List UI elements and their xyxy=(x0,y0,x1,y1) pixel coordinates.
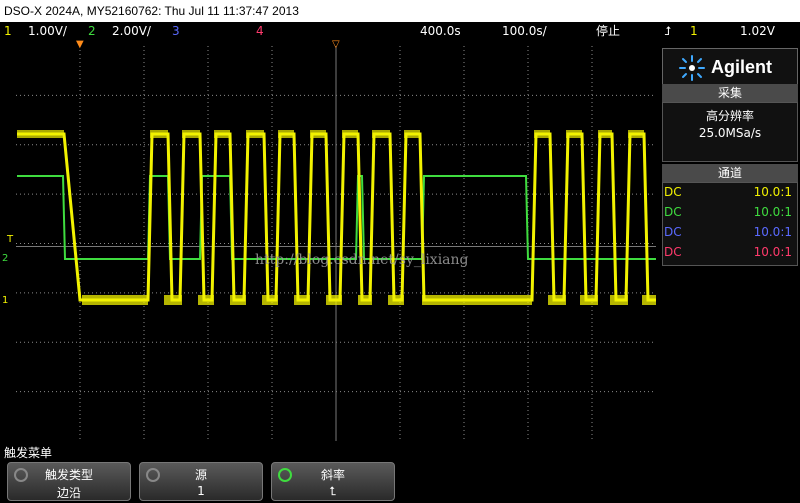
ch1-low-band xyxy=(610,295,628,305)
ch1-high-band xyxy=(628,130,644,138)
ch1-high-band xyxy=(182,130,200,138)
graticule-grid xyxy=(16,46,656,441)
ch1-high-band xyxy=(598,130,612,138)
ch3-number[interactable]: 3 xyxy=(172,22,180,41)
channel-row-4[interactable]: DC 10.0:1 xyxy=(664,242,796,262)
ch1-high-band xyxy=(566,130,582,138)
ch1-low-band xyxy=(548,295,566,305)
ch1-ground-marker[interactable]: 1 xyxy=(2,295,8,306)
acquisition-header: 采集 xyxy=(662,84,798,102)
ch1-high-band xyxy=(150,130,168,138)
ch1-low-band xyxy=(82,295,148,305)
ch4-number[interactable]: 4 xyxy=(256,22,264,41)
ch1-low-band xyxy=(358,295,372,305)
channels-header: 通道 xyxy=(662,164,798,182)
watermark: http://blog.csdn.net/sy_lixiang xyxy=(255,252,469,268)
ch2-number[interactable]: 2 xyxy=(88,22,96,41)
timebase-readout[interactable]: 400.0s xyxy=(420,22,461,41)
probe-ratio: 10.0:1 xyxy=(753,185,792,199)
channel-row-2[interactable]: DC 10.0:1 xyxy=(664,202,796,222)
softkey-label: 源 xyxy=(194,468,207,482)
menu-title: 触发菜单 xyxy=(4,446,53,460)
brand-name: Agilent xyxy=(711,57,772,77)
channel-row-3[interactable]: DC 10.0:1 xyxy=(664,222,796,242)
ch2-ground-marker[interactable]: 2 xyxy=(2,253,8,264)
probe-ratio: 10.0:1 xyxy=(753,225,792,239)
ch1-high-band xyxy=(246,130,264,138)
waveform-display[interactable]: ▼ ▽ T 2 1 http://blog.csdn.net/sy_lixian… xyxy=(0,39,660,442)
trigger-position-marker[interactable]: ▼ xyxy=(76,39,84,50)
softkey-label: 触发类型 xyxy=(44,468,93,482)
probe-ratio: 10.0:1 xyxy=(753,205,792,219)
acquisition-box[interactable]: 高分辨率 25.0MSa/s xyxy=(662,102,798,162)
coupling-label: DC xyxy=(664,245,682,259)
softkey-slope[interactable]: 斜率 ⮤ xyxy=(271,462,395,501)
ch1-low-band xyxy=(388,295,404,305)
coupling-label: DC xyxy=(664,205,682,219)
ch1-high-band xyxy=(310,130,326,138)
coupling-label: DC xyxy=(664,225,682,239)
ch1-number[interactable]: 1 xyxy=(4,22,12,41)
ch1-high-band xyxy=(534,130,550,138)
softkey-trigger-type[interactable]: 触发类型 边沿 xyxy=(7,462,131,501)
acquisition-mode: 高分辨率 xyxy=(705,109,754,123)
ch1-low-band xyxy=(230,295,246,305)
ch1-high-band xyxy=(214,130,230,138)
trigger-level[interactable]: 1.02V xyxy=(740,22,775,41)
ch2-scale[interactable]: 2.00V/ xyxy=(112,22,151,41)
ch1-low-band xyxy=(198,295,214,305)
ch1-low-band xyxy=(294,295,310,305)
probe-ratio: 10.0:1 xyxy=(753,245,792,259)
ch1-high-band xyxy=(404,130,420,138)
softkey-source[interactable]: 源 1 xyxy=(139,462,263,501)
delay-marker[interactable]: ▽ xyxy=(332,39,340,50)
delay-readout[interactable]: 100.0s/ xyxy=(502,22,547,41)
ch1-low-band xyxy=(422,295,532,305)
coupling-label: DC xyxy=(664,185,682,199)
ch1-low-band xyxy=(580,295,598,305)
softkey-value: 1 xyxy=(197,484,205,498)
ch1-high-band xyxy=(278,130,294,138)
trigger-source[interactable]: 1 xyxy=(690,22,698,41)
info-panel: Agilent 采集 高分辨率 25.0MSa/s 通道 DC 10.0:1 D… xyxy=(660,41,800,442)
ch1-low-band xyxy=(164,295,182,305)
ch1-high-band xyxy=(17,130,64,138)
softkey-label: 斜率 xyxy=(320,468,345,482)
ch1-low-band xyxy=(326,295,342,305)
ch1-low-band xyxy=(642,295,656,305)
ch1-scale[interactable]: 1.00V/ xyxy=(28,22,67,41)
agilent-spark-icon xyxy=(679,55,705,81)
trigger-edge-icon: ⮥ xyxy=(664,24,672,38)
trigger-level-marker[interactable]: T xyxy=(7,234,13,245)
window-title: DSO-X 2024A, MY52160762: Thu Jul 11 11:3… xyxy=(0,0,800,22)
agilent-logo: Agilent xyxy=(662,48,798,88)
ch1-low-band xyxy=(262,295,278,305)
channel-row-1[interactable]: DC 10.0:1 xyxy=(664,182,796,202)
softkey-value: ⮤ xyxy=(329,484,337,498)
sample-rate: 25.0MSa/s xyxy=(698,126,762,140)
softkey-value: 边沿 xyxy=(56,486,81,500)
ch1-high-band xyxy=(372,130,390,138)
run-state: 停止 xyxy=(596,24,621,38)
ch1-high-band xyxy=(342,130,358,138)
channel-status-bar: 1 1.00V/ 2 2.00V/ 3 4 400.0s 100.0s/ 停止 … xyxy=(0,22,800,41)
waveform-svg xyxy=(16,46,656,441)
